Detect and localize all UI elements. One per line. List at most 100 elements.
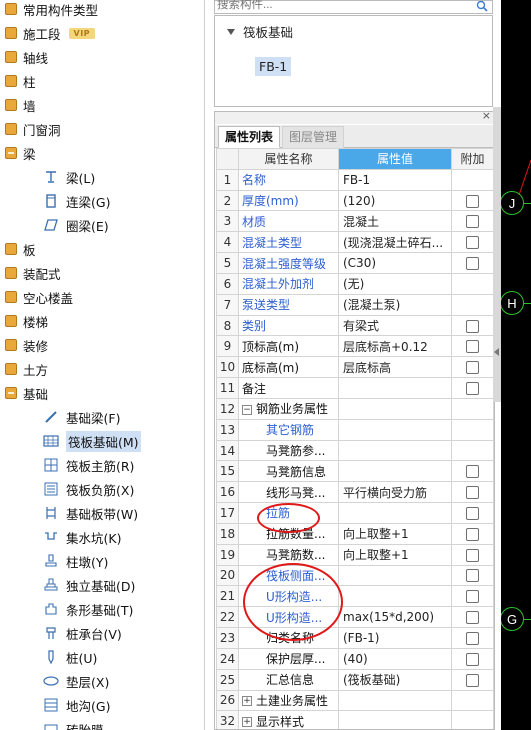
close-icon[interactable]: ×: [482, 112, 491, 122]
property-row[interactable]: 32 + 显示样式: [216, 710, 494, 729]
tree-item[interactable]: 独立基础(D): [0, 573, 204, 597]
tree-item[interactable]: 筏板基础(M): [0, 429, 204, 453]
attach-checkbox[interactable]: [466, 486, 479, 500]
tree-item[interactable]: 桩(U): [0, 645, 204, 669]
collapse-arrow-icon[interactable]: [494, 348, 499, 356]
property-row[interactable]: 18 拉筋数量... 向上取整+1: [216, 522, 494, 545]
expand-icon[interactable]: +: [242, 717, 252, 728]
tab-property-list[interactable]: 属性列表: [218, 126, 281, 148]
scrollbar[interactable]: [493, 107, 501, 402]
tree-item[interactable]: 基础板带(W): [0, 501, 204, 525]
attach-checkbox[interactable]: [466, 611, 479, 625]
property-value[interactable]: 向上取整+1: [338, 543, 452, 566]
property-value[interactable]: FB-1: [338, 168, 452, 191]
property-row[interactable]: 11 备注: [216, 377, 494, 399]
folder-icon[interactable]: [5, 99, 17, 111]
search-box[interactable]: [214, 0, 493, 14]
property-value[interactable]: [338, 460, 452, 483]
property-value[interactable]: (40): [338, 647, 452, 670]
attach-checkbox[interactable]: [466, 340, 479, 354]
tree-item[interactable]: 集水坑(K): [0, 525, 204, 549]
attach-checkbox[interactable]: [466, 465, 479, 479]
property-row[interactable]: 3 材质 混凝土: [216, 210, 494, 233]
tree-item[interactable]: 砖胎膜: [0, 717, 204, 730]
tree-item[interactable]: 垫层(X): [0, 669, 204, 693]
property-row[interactable]: 14 马凳筋参...: [216, 439, 494, 462]
attach-checkbox[interactable]: [466, 319, 479, 333]
tree-category[interactable]: 楼梯: [0, 309, 204, 333]
tree-item[interactable]: 圈梁(E): [0, 213, 204, 237]
attach-checkbox[interactable]: [466, 236, 479, 250]
attach-checkbox[interactable]: [466, 215, 479, 229]
tree-category[interactable]: 墙: [0, 93, 204, 117]
tree-category[interactable]: 施工段 VIP: [0, 21, 204, 45]
folder-icon[interactable]: [5, 51, 17, 63]
property-row[interactable]: 5 混凝土强度等级 (C30): [216, 252, 494, 274]
attach-checkbox[interactable]: [466, 506, 479, 520]
property-value[interactable]: 层底标高+0.12: [338, 335, 452, 358]
tree-item[interactable]: 筏板主筋(R): [0, 453, 204, 477]
folder-icon[interactable]: [5, 75, 17, 87]
tree-category[interactable]: 土方: [0, 357, 204, 381]
tree-category[interactable]: 装配式: [0, 261, 204, 285]
attach-checkbox[interactable]: [466, 569, 479, 583]
tree-item[interactable]: 条形基础(T): [0, 597, 204, 621]
attach-checkbox[interactable]: [466, 590, 479, 604]
property-row[interactable]: 19 马凳筋数... 向上取整+1: [216, 543, 494, 566]
property-row[interactable]: 21 U形构造...: [216, 585, 494, 608]
tree-item[interactable]: 柱墩(Y): [0, 549, 204, 573]
drawing-canvas[interactable]: J H G: [501, 0, 531, 730]
folder-expanded-icon[interactable]: [5, 147, 17, 159]
collapse-triangle-icon[interactable]: [227, 28, 235, 35]
folder-icon[interactable]: [5, 315, 17, 327]
property-value[interactable]: (现浇混凝土碎石...: [338, 231, 452, 254]
axis-bubble-h[interactable]: H: [501, 291, 524, 315]
property-row[interactable]: 17 拉筋: [216, 502, 494, 524]
attach-checkbox[interactable]: [466, 527, 479, 541]
property-value[interactable]: [338, 377, 452, 399]
attach-checkbox[interactable]: [466, 652, 479, 666]
property-row[interactable]: 24 保护层厚... (40): [216, 647, 494, 670]
tree-item[interactable]: 筏板负筋(X): [0, 477, 204, 501]
attach-checkbox[interactable]: [466, 194, 479, 208]
property-value[interactable]: (混凝土泵): [338, 293, 452, 316]
tree-item[interactable]: 梁(L): [0, 165, 204, 189]
folder-icon[interactable]: [5, 291, 17, 303]
attach-checkbox[interactable]: [466, 257, 479, 271]
property-row[interactable]: 9 顶标高(m) 层底标高+0.12: [216, 335, 494, 358]
property-row[interactable]: 2 厚度(mm) (120): [216, 189, 494, 212]
attach-checkbox[interactable]: [466, 631, 479, 645]
property-value[interactable]: (120): [338, 189, 452, 212]
property-value[interactable]: [338, 502, 452, 524]
property-value[interactable]: (FB-1): [338, 627, 452, 649]
property-value[interactable]: max(15*d,200): [338, 606, 452, 629]
property-row[interactable]: 12− 钢筋业务属性: [216, 397, 494, 420]
property-row[interactable]: 20 筏板侧面...: [216, 564, 494, 587]
folder-icon[interactable]: [5, 363, 17, 375]
property-value[interactable]: 平行横向受力筋: [338, 481, 452, 504]
property-row[interactable]: 10 底标高(m) 层底标高: [216, 356, 494, 379]
property-row[interactable]: 22 U形构造... max(15*d,200): [216, 606, 494, 629]
attach-checkbox[interactable]: [466, 361, 479, 375]
component-group[interactable]: 筏板基础: [227, 22, 293, 41]
attach-checkbox[interactable]: [466, 548, 479, 562]
tree-category[interactable]: 梁: [0, 141, 204, 165]
component-item-selected[interactable]: FB-1: [255, 57, 292, 76]
property-row[interactable]: 26 + 土建业务属性: [216, 689, 494, 712]
property-row[interactable]: 15 马凳筋信息: [216, 460, 494, 483]
attach-checkbox[interactable]: [466, 382, 479, 396]
expand-icon[interactable]: +: [242, 696, 252, 707]
property-row[interactable]: 1 名称 FB-1: [216, 168, 494, 191]
tree-category[interactable]: 柱: [0, 69, 204, 93]
tree-category[interactable]: 空心楼盖: [0, 285, 204, 309]
folder-icon[interactable]: [5, 267, 17, 279]
attach-checkbox[interactable]: [466, 673, 479, 687]
folder-icon[interactable]: [5, 243, 17, 255]
folder-icon[interactable]: [5, 27, 17, 39]
axis-bubble-g[interactable]: G: [501, 607, 524, 631]
tree-category[interactable]: 基础: [0, 381, 204, 405]
tree-item[interactable]: 连梁(G): [0, 189, 204, 213]
folder-icon[interactable]: [5, 123, 17, 135]
property-value[interactable]: 有梁式: [338, 314, 452, 337]
property-row[interactable]: 8 类别 有梁式: [216, 314, 494, 337]
